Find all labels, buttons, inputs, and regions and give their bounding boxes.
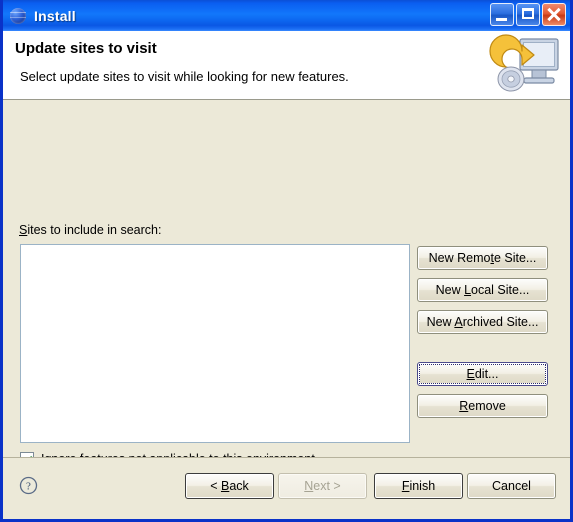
next-button: Next > bbox=[278, 473, 367, 499]
help-question-icon[interactable]: ? bbox=[19, 476, 38, 495]
window-controls bbox=[490, 3, 566, 26]
wizard-footer: ? < Back Next > Finish Cancel bbox=[3, 457, 570, 516]
page-title: Update sites to visit bbox=[15, 40, 157, 57]
page-description: Select update sites to visit while looki… bbox=[20, 69, 349, 84]
svg-text:?: ? bbox=[26, 481, 31, 493]
minimize-icon[interactable] bbox=[490, 3, 514, 26]
new-remote-site-button[interactable]: New Remote Site... bbox=[417, 246, 548, 270]
eclipse-sphere-icon bbox=[10, 7, 26, 24]
back-button[interactable]: < Back bbox=[185, 473, 274, 499]
close-icon[interactable] bbox=[542, 3, 566, 26]
maximize-icon[interactable] bbox=[516, 3, 540, 26]
title-bar[interactable]: Install bbox=[3, 0, 570, 31]
edit-site-button[interactable]: Edit... bbox=[417, 362, 548, 386]
window-title: Install bbox=[34, 7, 76, 24]
install-wizard-window: Install Update sites to visit Select upd… bbox=[0, 0, 573, 522]
sites-list-label: Sites to include in search: bbox=[19, 223, 162, 237]
remove-site-button[interactable]: Remove bbox=[417, 394, 548, 418]
sites-list-box[interactable] bbox=[20, 244, 410, 443]
finish-button[interactable]: Finish bbox=[374, 473, 463, 499]
wizard-body: Sites to include in search: New Remote S… bbox=[3, 100, 570, 491]
cancel-button[interactable]: Cancel bbox=[467, 473, 556, 499]
install-update-computer-icon bbox=[486, 33, 562, 97]
new-local-site-button[interactable]: New Local Site... bbox=[417, 278, 548, 302]
wizard-header: Update sites to visit Select update site… bbox=[3, 31, 570, 100]
new-archived-site-button[interactable]: New Archived Site... bbox=[417, 310, 548, 334]
